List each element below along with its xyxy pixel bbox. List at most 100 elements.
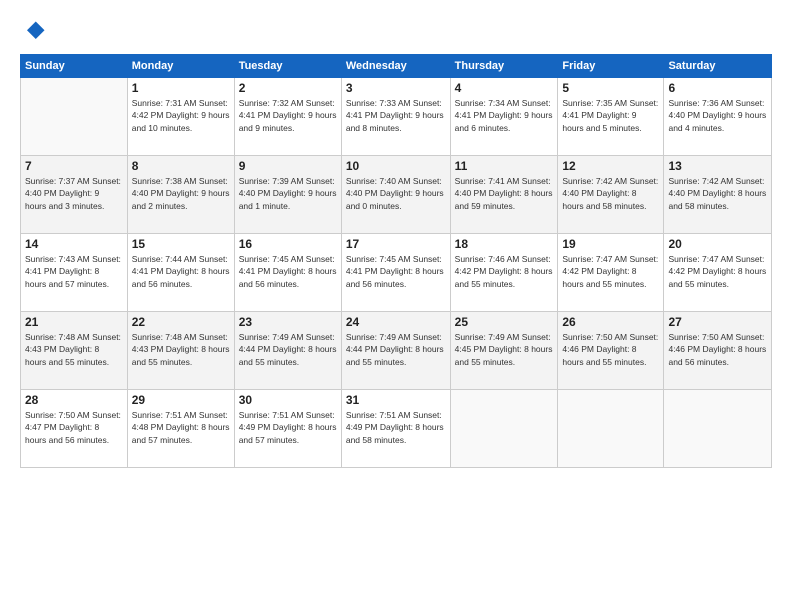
col-header-saturday: Saturday [664,55,772,78]
day-cell: 14 Sunrise: 7:43 AM Sunset: 4:41 PM Dayli… [21,234,128,312]
day-number: 22 [132,315,230,329]
header-row: SundayMondayTuesdayWednesdayThursdayFrid… [21,55,772,78]
day-info: Sunrise: 7:45 AM Sunset: 4:41 PM Dayligh… [239,253,337,290]
week-row-1: 1Sunrise: 7:31 AM Sunset: 4:42 PM Daylig… [21,78,772,156]
day-cell: 11 Sunrise: 7:41 AM Sunset: 4:40 PM Dayli… [450,156,558,234]
logo-icon [20,18,48,46]
day-cell: 6 Sunrise: 7:36 AM Sunset: 4:40 PM Daylig… [664,78,772,156]
day-number: 19 [562,237,659,251]
day-number: 2 [239,81,337,95]
day-number: 6 [668,81,767,95]
day-cell: 18 Sunrise: 7:46 AM Sunset: 4:42 PM Dayli… [450,234,558,312]
day-cell: 30 Sunrise: 7:51 AM Sunset: 4:49 PM Dayli… [234,390,341,468]
day-cell: 17Sunrise: 7:45 AM Sunset: 4:41 PM Dayli… [341,234,450,312]
day-cell: 16 Sunrise: 7:45 AM Sunset: 4:41 PM Dayli… [234,234,341,312]
day-info: Sunrise: 7:44 AM Sunset: 4:41 PM Dayligh… [132,253,230,290]
day-cell [664,390,772,468]
day-cell: 29 Sunrise: 7:51 AM Sunset: 4:48 PM Dayli… [127,390,234,468]
day-info: Sunrise: 7:45 AM Sunset: 4:41 PM Dayligh… [346,253,446,290]
day-info: Sunrise: 7:38 AM Sunset: 4:40 PM Dayligh… [132,175,230,212]
day-info: Sunrise: 7:51 AM Sunset: 4:49 PM Dayligh… [239,409,337,446]
day-info: Sunrise: 7:51 AM Sunset: 4:48 PM Dayligh… [132,409,230,446]
week-row-4: 21 Sunrise: 7:48 AM Sunset: 4:43 PM Dayli… [21,312,772,390]
day-info: Sunrise: 7:47 AM Sunset: 4:42 PM Dayligh… [562,253,659,290]
day-cell: 26 Sunrise: 7:50 AM Sunset: 4:46 PM Dayli… [558,312,664,390]
day-number: 29 [132,393,230,407]
day-number: 25 [455,315,554,329]
day-number: 8 [132,159,230,173]
col-header-monday: Monday [127,55,234,78]
day-number: 10 [346,159,446,173]
week-row-5: 28Sunrise: 7:50 AM Sunset: 4:47 PM Dayli… [21,390,772,468]
day-number: 9 [239,159,337,173]
day-number: 14 [25,237,123,251]
day-info: Sunrise: 7:49 AM Sunset: 4:44 PM Dayligh… [239,331,337,368]
day-info: Sunrise: 7:46 AM Sunset: 4:42 PM Dayligh… [455,253,554,290]
day-info: Sunrise: 7:47 AM Sunset: 4:42 PM Dayligh… [668,253,767,290]
day-info: Sunrise: 7:48 AM Sunset: 4:43 PM Dayligh… [132,331,230,368]
logo [20,18,52,46]
day-number: 21 [25,315,123,329]
day-cell: 7 Sunrise: 7:37 AM Sunset: 4:40 PM Daylig… [21,156,128,234]
day-number: 26 [562,315,659,329]
col-header-sunday: Sunday [21,55,128,78]
day-info: Sunrise: 7:40 AM Sunset: 4:40 PM Dayligh… [346,175,446,212]
day-info: Sunrise: 7:34 AM Sunset: 4:41 PM Dayligh… [455,97,554,134]
day-number: 7 [25,159,123,173]
day-info: Sunrise: 7:33 AM Sunset: 4:41 PM Dayligh… [346,97,446,134]
day-cell: 5Sunrise: 7:35 AM Sunset: 4:41 PM Daylig… [558,78,664,156]
col-header-thursday: Thursday [450,55,558,78]
day-number: 4 [455,81,554,95]
day-cell: 19 Sunrise: 7:47 AM Sunset: 4:42 PM Dayli… [558,234,664,312]
day-cell: 9 Sunrise: 7:39 AM Sunset: 4:40 PM Daylig… [234,156,341,234]
day-cell [21,78,128,156]
day-cell: 10 Sunrise: 7:40 AM Sunset: 4:40 PM Dayli… [341,156,450,234]
day-number: 15 [132,237,230,251]
day-cell: 15 Sunrise: 7:44 AM Sunset: 4:41 PM Dayli… [127,234,234,312]
day-info: Sunrise: 7:50 AM Sunset: 4:46 PM Dayligh… [668,331,767,368]
day-number: 16 [239,237,337,251]
day-info: Sunrise: 7:42 AM Sunset: 4:40 PM Dayligh… [562,175,659,212]
day-info: Sunrise: 7:43 AM Sunset: 4:41 PM Dayligh… [25,253,123,290]
day-info: Sunrise: 7:48 AM Sunset: 4:43 PM Dayligh… [25,331,123,368]
day-number: 5 [562,81,659,95]
day-number: 18 [455,237,554,251]
day-number: 31 [346,393,446,407]
day-number: 28 [25,393,123,407]
day-number: 12 [562,159,659,173]
day-cell [558,390,664,468]
day-info: Sunrise: 7:50 AM Sunset: 4:46 PM Dayligh… [562,331,659,368]
col-header-friday: Friday [558,55,664,78]
day-cell: 22 Sunrise: 7:48 AM Sunset: 4:43 PM Dayli… [127,312,234,390]
day-info: Sunrise: 7:41 AM Sunset: 4:40 PM Dayligh… [455,175,554,212]
day-info: Sunrise: 7:49 AM Sunset: 4:45 PM Dayligh… [455,331,554,368]
calendar-table: SundayMondayTuesdayWednesdayThursdayFrid… [20,54,772,468]
day-info: Sunrise: 7:37 AM Sunset: 4:40 PM Dayligh… [25,175,123,212]
day-cell: 28Sunrise: 7:50 AM Sunset: 4:47 PM Dayli… [21,390,128,468]
calendar-page: SundayMondayTuesdayWednesdayThursdayFrid… [0,0,792,612]
day-cell: 27 Sunrise: 7:50 AM Sunset: 4:46 PM Dayli… [664,312,772,390]
day-number: 30 [239,393,337,407]
day-cell: 4 Sunrise: 7:34 AM Sunset: 4:41 PM Daylig… [450,78,558,156]
day-info: Sunrise: 7:39 AM Sunset: 4:40 PM Dayligh… [239,175,337,212]
day-number: 11 [455,159,554,173]
day-info: Sunrise: 7:31 AM Sunset: 4:42 PM Dayligh… [132,97,230,134]
day-number: 20 [668,237,767,251]
day-number: 23 [239,315,337,329]
day-cell: 21 Sunrise: 7:48 AM Sunset: 4:43 PM Dayli… [21,312,128,390]
day-info: Sunrise: 7:36 AM Sunset: 4:40 PM Dayligh… [668,97,767,134]
day-cell: 13 Sunrise: 7:42 AM Sunset: 4:40 PM Dayli… [664,156,772,234]
day-cell: 25 Sunrise: 7:49 AM Sunset: 4:45 PM Dayli… [450,312,558,390]
day-number: 27 [668,315,767,329]
day-cell: 3 Sunrise: 7:33 AM Sunset: 4:41 PM Daylig… [341,78,450,156]
day-info: Sunrise: 7:42 AM Sunset: 4:40 PM Dayligh… [668,175,767,212]
day-info: Sunrise: 7:51 AM Sunset: 4:49 PM Dayligh… [346,409,446,446]
day-cell: 20 Sunrise: 7:47 AM Sunset: 4:42 PM Dayli… [664,234,772,312]
day-cell: 23 Sunrise: 7:49 AM Sunset: 4:44 PM Dayli… [234,312,341,390]
day-number: 13 [668,159,767,173]
day-number: 3 [346,81,446,95]
day-cell: 8 Sunrise: 7:38 AM Sunset: 4:40 PM Daylig… [127,156,234,234]
day-cell: 12 Sunrise: 7:42 AM Sunset: 4:40 PM Dayli… [558,156,664,234]
day-cell: 31 Sunrise: 7:51 AM Sunset: 4:49 PM Dayli… [341,390,450,468]
header [20,18,772,46]
